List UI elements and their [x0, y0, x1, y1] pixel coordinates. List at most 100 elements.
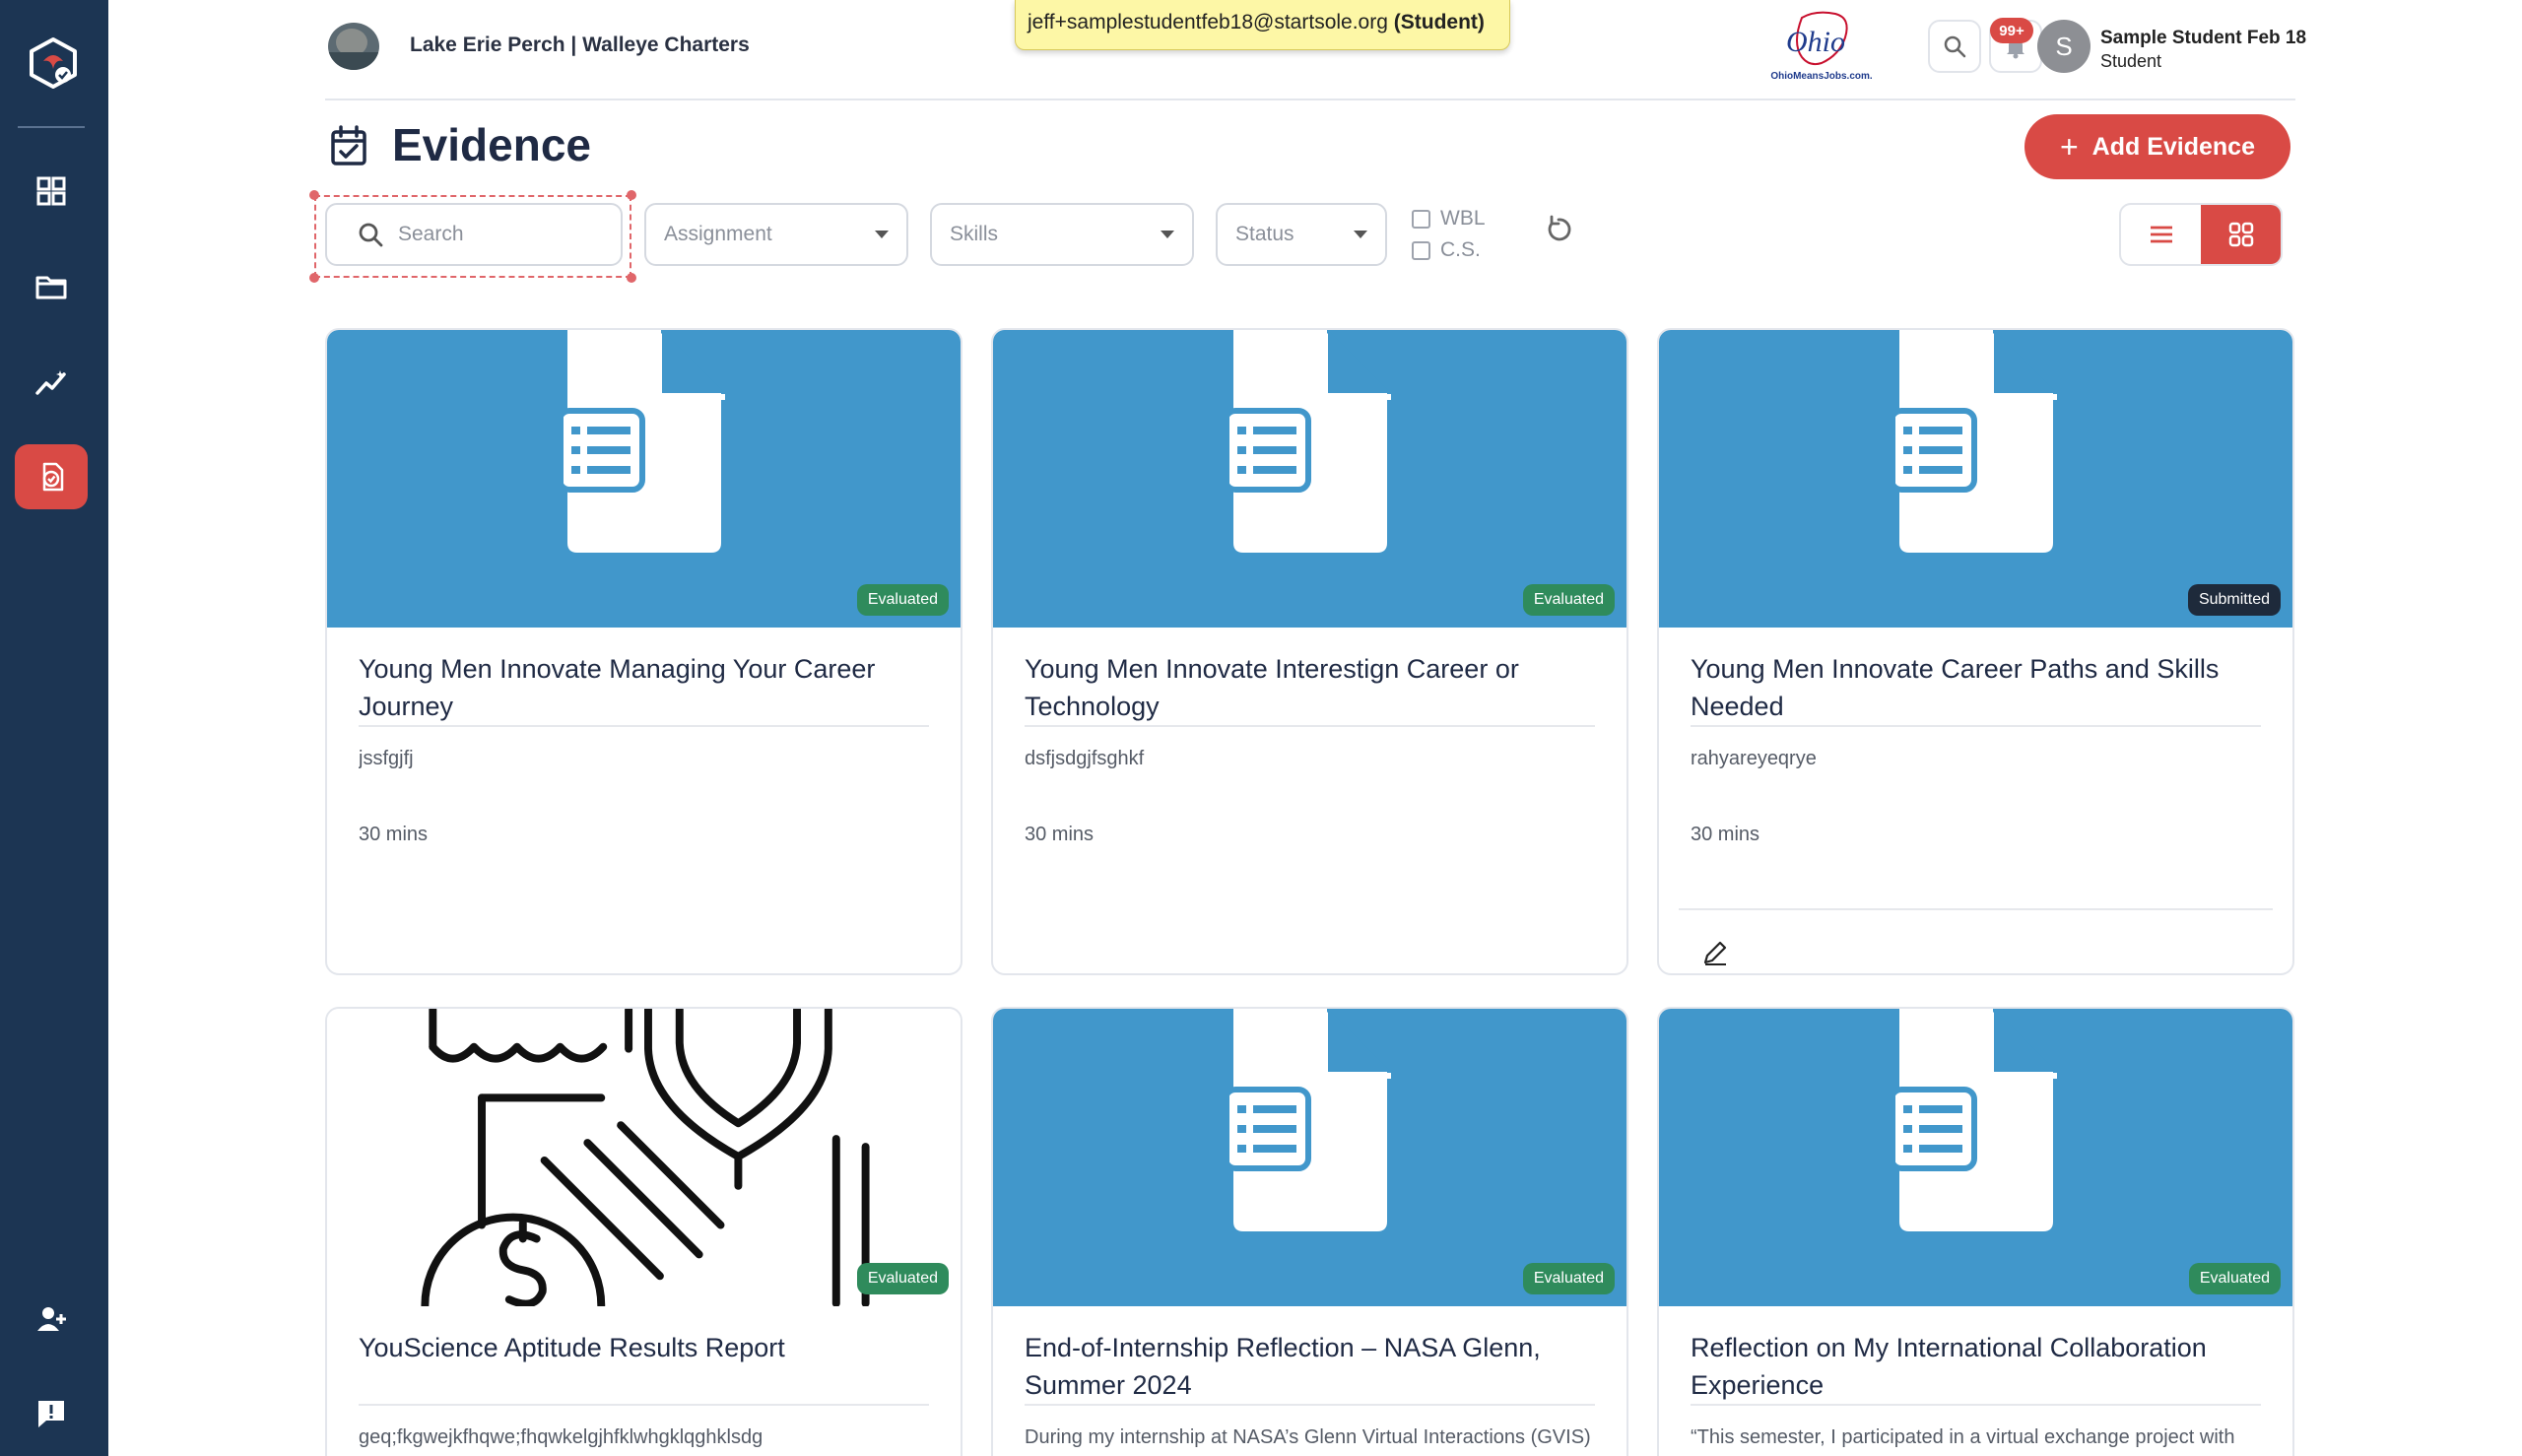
evidence-card[interactable]: Evaluated Reflection on My International…	[1657, 1007, 2294, 1456]
sidebar-item-invite[interactable]	[15, 1287, 88, 1352]
grid-icon	[2228, 222, 2253, 247]
header-divider	[325, 99, 2295, 100]
sidebar-item-portfolio[interactable]	[15, 254, 88, 319]
edit-icon[interactable]	[1700, 938, 1730, 967]
caret-down-icon	[1161, 231, 1174, 238]
add-user-icon	[37, 1307, 66, 1331]
ohio-logo-word: Ohio	[1786, 26, 1845, 58]
card-description: jssfgjfj	[359, 748, 414, 769]
skills-select[interactable]: Skills	[930, 203, 1194, 266]
dashboard-icon	[36, 176, 66, 206]
card-description: During my internship at NASA’s Glenn Vir…	[1025, 1426, 1591, 1448]
reset-filters-icon[interactable]	[1543, 214, 1574, 245]
card-title[interactable]: YouScience Aptitude Results Report	[359, 1329, 929, 1406]
card-footer	[1679, 908, 2273, 965]
focus-handle	[627, 190, 636, 200]
card-thumbnail: Evaluated	[993, 1009, 1626, 1306]
document-icon	[1894, 330, 2057, 553]
aptitude-report-illustration	[421, 1009, 870, 1306]
focus-handle	[309, 190, 319, 200]
impersonation-banner: jeff+samplestudentfeb18@startsole.org (S…	[1015, 0, 1510, 50]
search-button[interactable]	[1928, 20, 1981, 73]
status-badge: Evaluated	[1522, 584, 1615, 616]
notification-count-badge: 99+	[1990, 18, 2033, 43]
document-icon	[563, 330, 725, 553]
ohio-logo-tagline: OhioMeansJobs.com.	[1770, 71, 1873, 82]
sidebar-item-evidence[interactable]	[15, 444, 88, 509]
caret-down-icon	[875, 231, 889, 238]
sidebar	[0, 0, 108, 1456]
cs-label: C.S.	[1440, 238, 1481, 261]
evidence-card[interactable]: Evaluated End-of-Internship Reflection –…	[991, 1007, 1628, 1456]
card-duration: 30 mins	[1025, 824, 1095, 845]
card-title[interactable]: Young Men Innovate Managing Your Career …	[359, 650, 929, 727]
card-thumbnail: Evaluated	[327, 330, 961, 628]
status-badge: Evaluated	[1522, 1263, 1615, 1294]
assignment-select-label: Assignment	[664, 223, 772, 245]
status-badge: Submitted	[2187, 584, 2281, 616]
evidence-card[interactable]: Submitted Young Men Innovate Career Path…	[1657, 328, 2294, 975]
focus-handle	[309, 273, 319, 283]
sidebar-item-feedback[interactable]	[15, 1381, 88, 1446]
evidence-card[interactable]: Evaluated Young Men Innovate Interestign…	[991, 328, 1628, 975]
evidence-icon	[42, 462, 64, 492]
card-description: geq;fkgwejkfhqwe;fhqwkelgjhfklwhgklqghkl…	[359, 1426, 763, 1448]
sidebar-divider	[18, 126, 85, 128]
search-input[interactable]	[398, 223, 595, 246]
card-thumbnail: Submitted	[1659, 330, 2292, 628]
sidebar-item-dashboard[interactable]	[15, 159, 88, 224]
assignment-select[interactable]: Assignment	[644, 203, 908, 266]
card-duration: 30 mins	[1691, 824, 1760, 845]
document-icon	[1228, 330, 1391, 553]
calendar-check-icon	[331, 125, 366, 165]
add-evidence-button[interactable]: + Add Evidence	[2024, 114, 2290, 179]
caret-down-icon	[1354, 231, 1367, 238]
grid-view-button[interactable]	[2201, 205, 2281, 264]
ohio-means-jobs-logo[interactable]: Ohio OhioMeansJobs.com.	[1766, 8, 1877, 85]
feedback-icon	[38, 1401, 64, 1427]
status-select-label: Status	[1235, 223, 1294, 245]
search-field[interactable]	[325, 203, 623, 266]
user-avatar[interactable]: S	[2037, 20, 2091, 73]
search-icon	[359, 223, 383, 247]
card-description: rahyareyeqrye	[1691, 748, 1817, 769]
card-title[interactable]: Young Men Innovate Career Paths and Skil…	[1691, 650, 2261, 727]
card-duration: 30 mins	[359, 824, 429, 845]
card-description: “This semester, I participated in a virt…	[1691, 1426, 2235, 1448]
page-title: Evidence	[392, 119, 591, 170]
status-badge: Evaluated	[856, 1263, 949, 1294]
view-toggle	[2119, 203, 2283, 266]
wbl-label: WBL	[1440, 207, 1486, 230]
app-logo-icon[interactable]	[26, 35, 81, 91]
document-icon	[1894, 1009, 2057, 1231]
org-avatar[interactable]	[328, 23, 379, 70]
analytics-icon	[35, 370, 66, 395]
impersonation-email: jeff+samplestudentfeb18@startsole.org	[1028, 11, 1388, 33]
list-icon	[2150, 226, 2172, 243]
user-name[interactable]: Sample Student Feb 18	[2100, 28, 2306, 49]
evidence-card[interactable]: Evaluated YouScience Aptitude Results Re…	[325, 1007, 962, 1456]
add-evidence-label: Add Evidence	[2091, 132, 2255, 161]
checkbox-box[interactable]	[1412, 209, 1430, 229]
org-name[interactable]: Lake Erie Perch | Walleye Charters	[410, 33, 750, 57]
evidence-card[interactable]: Evaluated Young Men Innovate Managing Yo…	[325, 328, 962, 975]
card-thumbnail: Evaluated	[327, 1009, 961, 1306]
sidebar-item-analytics[interactable]	[15, 350, 88, 415]
card-title[interactable]: Young Men Innovate Interestign Career or…	[1025, 650, 1595, 727]
search-icon	[1944, 35, 1966, 58]
card-title[interactable]: Reflection on My International Collabora…	[1691, 1329, 2261, 1406]
document-icon	[1228, 1009, 1391, 1231]
status-select[interactable]: Status	[1216, 203, 1387, 266]
list-view-button[interactable]	[2121, 205, 2201, 264]
checkbox-box[interactable]	[1412, 240, 1430, 260]
skills-select-label: Skills	[950, 223, 999, 245]
wbl-checkbox[interactable]: WBL	[1412, 207, 1486, 231]
card-title[interactable]: End-of-Internship Reflection – NASA Glen…	[1025, 1329, 1595, 1406]
cs-checkbox[interactable]: C.S.	[1412, 238, 1481, 262]
card-description: dsfjsdgjfsghkf	[1025, 748, 1145, 769]
plus-icon: +	[2059, 129, 2079, 165]
status-badge: Evaluated	[2188, 1263, 2281, 1294]
status-badge: Evaluated	[856, 584, 949, 616]
user-role: Student	[2100, 51, 2162, 71]
folder-icon	[35, 276, 67, 299]
